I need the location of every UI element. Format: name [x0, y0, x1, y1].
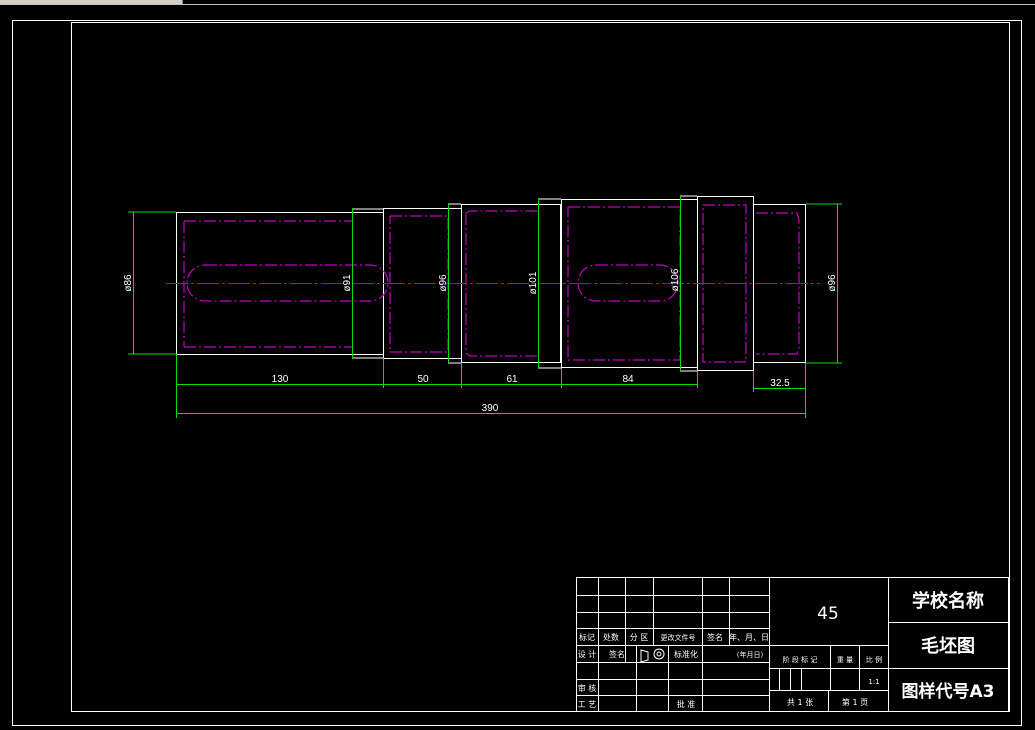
dim-text-dia-91: ø91	[342, 274, 353, 292]
sheets-total: 共 1 张	[787, 698, 813, 707]
row-sign-label: 签名	[707, 632, 723, 642]
row-count-label: 处数	[603, 632, 619, 642]
row-date-label: 年、月、日	[729, 632, 769, 642]
scale-value: 1:1	[868, 678, 879, 686]
cad-drawing-canvas[interactable]: ø86 ø91 ø96 ø101 ø106 ø96 130 50 61 84 3…	[0, 0, 1035, 730]
date-note: (年月日)	[737, 650, 764, 659]
scale-label: 比 例	[866, 655, 882, 664]
weight-label: 重 量	[837, 656, 853, 664]
dim-text-dia-96: ø96	[438, 274, 449, 292]
drawing-name: 毛坯图	[921, 635, 975, 657]
review-label: 审 核	[578, 683, 597, 693]
dim-text-len-50: 50	[417, 374, 429, 385]
projection-circle-outer	[653, 648, 665, 660]
inner-frame	[71, 22, 1010, 712]
dim-text-dia-101: ø101	[528, 271, 539, 294]
projection-cone	[640, 649, 649, 663]
dim-text-len-130: 130	[272, 374, 289, 385]
dim-text-len-390: 390	[482, 403, 499, 414]
row-change-doc-label: 更改文件号	[661, 633, 696, 642]
drawing-code: 图样代号A3	[902, 681, 995, 702]
projection-symbol-icon	[640, 648, 665, 663]
hidden-line	[465, 352, 538, 357]
dim-text-dia-96-right: ø96	[827, 274, 838, 292]
stage-mark-label: 阶 段 标 记	[783, 655, 818, 664]
dim-text-dia-106: ø106	[670, 268, 681, 291]
hidden-line	[465, 210, 538, 214]
approve-label: 批 准	[677, 699, 696, 709]
standardization-label: 标准化	[674, 649, 698, 659]
title-block: 45 学校名称 毛坯图 图样代号A3 标记 处数 分 区 更改文件号 签名 年、…	[576, 577, 1009, 712]
process-label: 工 艺	[578, 700, 597, 709]
design-label: 设 计	[578, 649, 597, 659]
projection-circle-inner	[656, 651, 662, 657]
outer-frame	[12, 20, 1022, 726]
material-text: 45	[817, 604, 839, 624]
school-name: 学校名称	[912, 590, 984, 612]
sheet-number: 第 1 页	[842, 697, 868, 707]
dim-text-len-84: 84	[622, 374, 634, 385]
dim-text-len-32-5: 32.5	[770, 378, 790, 389]
signature-label: 签名	[609, 649, 625, 659]
row-mark-label: 标记	[579, 632, 595, 642]
dim-text-dia-86: ø86	[123, 274, 134, 292]
row-zone-label: 分 区	[630, 633, 649, 642]
dim-text-len-61: 61	[506, 374, 518, 385]
